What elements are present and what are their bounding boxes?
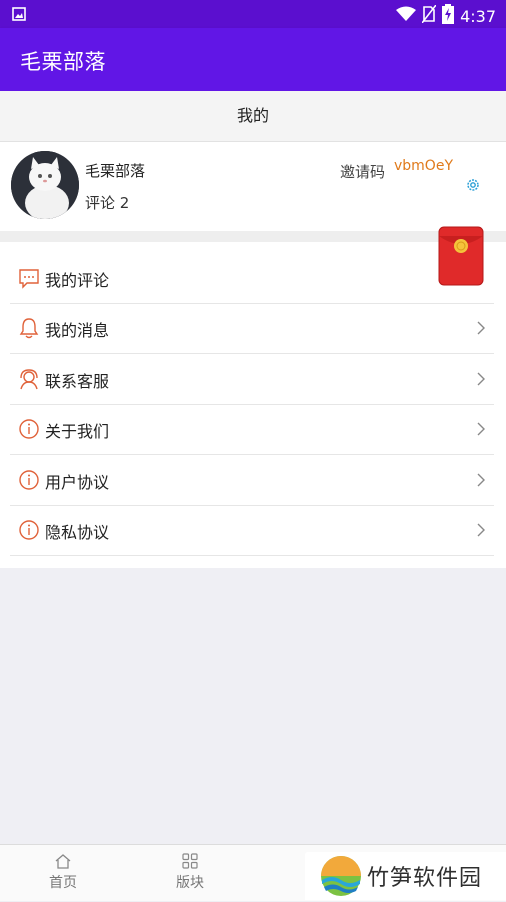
support-agent-icon xyxy=(18,368,40,390)
menu-item-user-agreement[interactable]: 用户协议 xyxy=(10,455,494,506)
menu-list: 我的评论 我的消息 联系客服 关于我们 用户协议 隐私协议 xyxy=(0,242,506,568)
chevron-right-icon xyxy=(476,371,486,391)
profile-card[interactable]: 毛栗部落 评论 2 邀请码 vbmOeY xyxy=(0,142,506,231)
menu-item-label: 联系客服 xyxy=(45,372,110,391)
app-title: 毛栗部落 xyxy=(20,50,106,74)
menu-item-label: 隐私协议 xyxy=(45,523,110,542)
username: 毛栗部落 xyxy=(85,162,146,180)
menu-item-label: 关于我们 xyxy=(45,422,110,441)
page-title: 我的 xyxy=(0,91,506,142)
grid-icon xyxy=(182,853,198,873)
tab-label: 首页 xyxy=(49,875,77,891)
menu-item-privacy-policy[interactable]: 隐私协议 xyxy=(10,505,494,556)
tab-sections[interactable]: 版块 xyxy=(130,845,250,901)
chevron-right-icon xyxy=(476,522,486,542)
red-packet-button[interactable] xyxy=(438,226,484,290)
menu-item-label: 我的消息 xyxy=(45,321,110,340)
menu-item-my-messages[interactable]: 我的消息 xyxy=(10,303,494,354)
info-icon xyxy=(18,418,40,440)
settings-gear-icon[interactable] xyxy=(465,177,481,197)
watermark-logo xyxy=(319,854,363,902)
no-sim-icon xyxy=(421,4,437,27)
invite-code-value[interactable]: vbmOeY xyxy=(394,158,453,174)
comment-icon xyxy=(18,267,40,289)
home-icon xyxy=(54,853,72,873)
chevron-right-icon xyxy=(476,320,486,340)
chevron-right-icon xyxy=(476,421,486,441)
bell-icon xyxy=(18,317,40,339)
app-bar: 毛栗部落 xyxy=(0,28,506,91)
menu-item-customer-service[interactable]: 联系客服 xyxy=(10,354,494,405)
wifi-icon xyxy=(396,6,417,26)
menu-item-label: 我的评论 xyxy=(45,271,110,290)
chevron-right-icon xyxy=(476,472,486,492)
menu-item-about-us[interactable]: 关于我们 xyxy=(10,404,494,455)
status-bar: 4:37 xyxy=(0,0,506,28)
invite-code-label: 邀请码 xyxy=(340,163,386,181)
section-divider xyxy=(0,231,506,242)
menu-item-my-comments[interactable]: 我的评论 xyxy=(10,253,494,304)
image-notification-icon xyxy=(12,6,26,25)
status-time: 4:37 xyxy=(460,6,496,26)
battery-charging-icon xyxy=(442,4,455,28)
watermark-text: 竹笋软件园 xyxy=(367,866,483,891)
tab-label: 版块 xyxy=(176,875,204,891)
watermark-overlay: 竹笋软件园 xyxy=(305,852,506,900)
info-icon xyxy=(18,519,40,541)
tab-home[interactable]: 首页 xyxy=(3,845,123,901)
avatar[interactable] xyxy=(11,151,79,219)
menu-item-label: 用户协议 xyxy=(45,473,110,492)
info-icon xyxy=(18,469,40,491)
comment-count[interactable]: 评论 2 xyxy=(85,192,129,213)
